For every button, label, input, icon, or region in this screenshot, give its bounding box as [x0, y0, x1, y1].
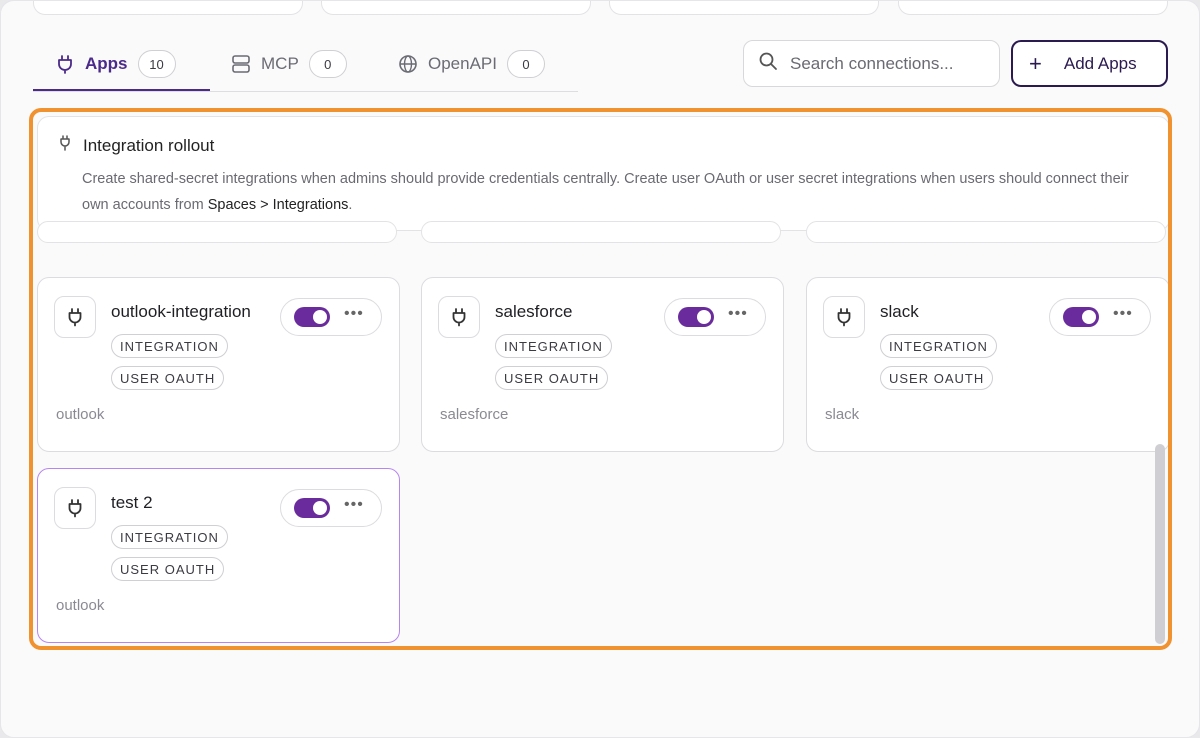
more-options-icon[interactable]: ••• — [728, 306, 748, 322]
app-card[interactable]: salesforce INTEGRATION USER OAUTH salesf… — [421, 277, 784, 452]
enable-toggle[interactable] — [294, 307, 330, 327]
app-provider: salesforce — [440, 406, 509, 423]
more-options-icon[interactable]: ••• — [344, 306, 364, 322]
app-name: test 2 — [111, 493, 153, 512]
plug-icon — [55, 54, 75, 74]
search-input[interactable] — [790, 53, 990, 74]
plug-icon — [59, 135, 71, 156]
plug-icon — [823, 296, 865, 338]
tab-openapi-count: 0 — [507, 50, 545, 78]
user-oauth-badge: USER OAUTH — [880, 366, 994, 390]
tab-mcp-label: MCP — [261, 54, 299, 73]
card-controls: ••• — [1049, 298, 1151, 336]
more-options-icon[interactable]: ••• — [344, 497, 364, 513]
user-oauth-badge: USER OAUTH — [111, 366, 225, 390]
app-card[interactable]: outlook-integration INTEGRATION USER OAU… — [37, 277, 400, 452]
highlighted-region: Integration rollout Create shared-secret… — [29, 108, 1172, 650]
tab-openapi-label: OpenAPI — [428, 54, 497, 73]
card-controls: ••• — [664, 298, 766, 336]
banner-title: Integration rollout — [83, 135, 215, 155]
search-box[interactable] — [743, 40, 1000, 87]
tab-apps[interactable]: Apps 10 — [55, 37, 176, 91]
scrollbar-thumb[interactable] — [1155, 444, 1165, 644]
tab-mcp-count: 0 — [308, 50, 347, 78]
enable-toggle[interactable] — [294, 498, 330, 518]
tab-apps-label: Apps — [85, 54, 128, 73]
add-apps-label: Add Apps — [1063, 53, 1137, 73]
integration-badge: INTEGRATION — [495, 334, 612, 358]
tab-apps-count: 10 — [137, 50, 176, 78]
server-icon — [231, 54, 251, 74]
app-provider: slack — [825, 406, 860, 423]
card-controls: ••• — [280, 489, 382, 527]
connection-tabs: Apps 10 MCP 0 OpenAPI 0 — [33, 37, 578, 92]
integration-badge: INTEGRATION — [880, 334, 997, 358]
banner-description: Create shared-secret integrations when a… — [59, 166, 1149, 218]
tab-openapi[interactable]: OpenAPI 0 — [398, 37, 545, 91]
tab-mcp[interactable]: MCP 0 — [231, 37, 347, 91]
partial-cards-row — [33, 221, 1168, 251]
plug-icon — [438, 296, 480, 338]
user-oauth-badge: USER OAUTH — [495, 366, 609, 390]
previous-card — [609, 1, 879, 15]
previous-card — [33, 1, 303, 15]
connections-page: Apps 10 MCP 0 OpenAPI 0 + Add Apps — [0, 0, 1200, 738]
partial-card — [37, 221, 397, 243]
app-card-selected[interactable]: test 2 INTEGRATION USER OAUTH outlook ••… — [37, 468, 400, 643]
more-options-icon[interactable]: ••• — [1113, 306, 1133, 322]
globe-icon — [398, 54, 418, 74]
integration-badge: INTEGRATION — [111, 334, 228, 358]
plus-icon: + — [1029, 50, 1042, 76]
active-tab-indicator — [33, 89, 210, 91]
previous-card — [898, 1, 1168, 15]
app-name: salesforce — [495, 302, 573, 321]
add-apps-button[interactable]: + Add Apps — [1011, 40, 1168, 87]
previous-cards-row — [1, 1, 1199, 15]
integration-rollout-banner: Integration rollout Create shared-secret… — [37, 116, 1168, 231]
banner-text-after: . — [348, 197, 353, 213]
previous-card — [321, 1, 591, 15]
integration-badge: INTEGRATION — [111, 525, 228, 549]
app-provider: outlook — [56, 597, 105, 614]
app-name: slack — [880, 302, 919, 321]
card-controls: ••• — [280, 298, 382, 336]
plug-icon — [54, 487, 96, 529]
app-provider: outlook — [56, 406, 105, 423]
user-oauth-badge: USER OAUTH — [111, 557, 225, 581]
app-card[interactable]: slack INTEGRATION USER OAUTH slack ••• — [806, 277, 1168, 452]
search-icon — [758, 51, 778, 76]
app-name: outlook-integration — [111, 302, 251, 321]
enable-toggle[interactable] — [678, 307, 714, 327]
partial-card — [806, 221, 1166, 243]
spaces-integrations-path: Spaces > Integrations — [207, 197, 349, 213]
enable-toggle[interactable] — [1063, 307, 1099, 327]
partial-card — [421, 221, 781, 243]
plug-icon — [54, 296, 96, 338]
